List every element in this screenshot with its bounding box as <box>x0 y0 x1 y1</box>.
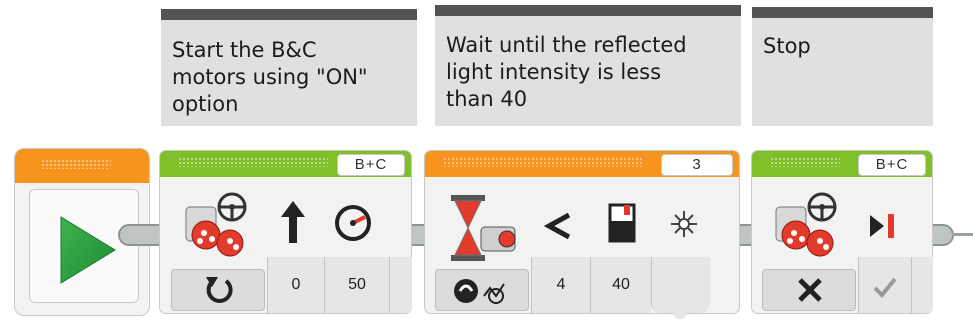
power-gauge-icon <box>335 205 371 241</box>
comment-stop[interactable]: Stop <box>752 7 933 126</box>
comment-bar <box>161 9 417 20</box>
comment-wait-light[interactable]: Wait until the reflected light intensity… <box>435 5 741 126</box>
mode-selector[interactable] <box>171 269 265 311</box>
port-selector[interactable]: B+C <box>858 154 926 176</box>
less-than-icon <box>543 212 571 240</box>
compare-icon <box>454 279 505 304</box>
comment-text: Wait until the reflected light intensity… <box>446 33 687 111</box>
rotate-icon <box>206 277 233 303</box>
sequence-wire <box>952 233 973 236</box>
threshold-value[interactable]: 40 <box>590 257 651 313</box>
wait-color-sensor-block[interactable]: 3 4 40 <box>424 150 740 319</box>
output-hub <box>651 257 710 313</box>
param-end <box>911 257 933 313</box>
steering-value[interactable]: 0 <box>267 257 324 313</box>
comment-text: Start the B&C motors using "ON" option <box>172 38 368 116</box>
brake-at-end[interactable] <box>858 257 911 313</box>
x-icon <box>798 278 822 302</box>
threshold-icon <box>608 203 636 243</box>
header-grip <box>770 157 840 167</box>
move-steering-icon <box>775 192 837 257</box>
header-grip <box>41 159 111 169</box>
port-value[interactable]: 4 <box>531 257 590 313</box>
port-selector[interactable]: 3 <box>661 154 733 176</box>
header-grip <box>443 157 643 167</box>
play-icon[interactable] <box>57 215 117 285</box>
param-end <box>389 257 412 313</box>
move-steering-on-block[interactable]: B+C 0 50 <box>159 150 412 314</box>
move-steering-off-block[interactable]: B+C <box>751 150 933 314</box>
hourglass-color-sensor-icon <box>451 195 516 261</box>
mode-selector[interactable] <box>762 269 856 311</box>
brake-icon <box>870 214 894 238</box>
output-hub-tip <box>673 311 687 319</box>
port-selector[interactable]: B+C <box>337 154 405 176</box>
mode-selector[interactable] <box>435 269 529 311</box>
power-value[interactable]: 50 <box>324 257 389 313</box>
check-icon <box>873 277 897 298</box>
steering-arrow-icon <box>281 201 305 243</box>
comment-bar <box>752 7 933 18</box>
light-icon <box>671 211 697 237</box>
header-grip <box>178 157 328 167</box>
start-block-header <box>15 149 149 183</box>
move-steering-icon <box>185 192 247 257</box>
comment-start-motors[interactable]: Start the B&C motors using "ON" option <box>161 9 417 126</box>
comment-text: Stop <box>763 34 811 58</box>
comment-bar <box>435 5 741 16</box>
